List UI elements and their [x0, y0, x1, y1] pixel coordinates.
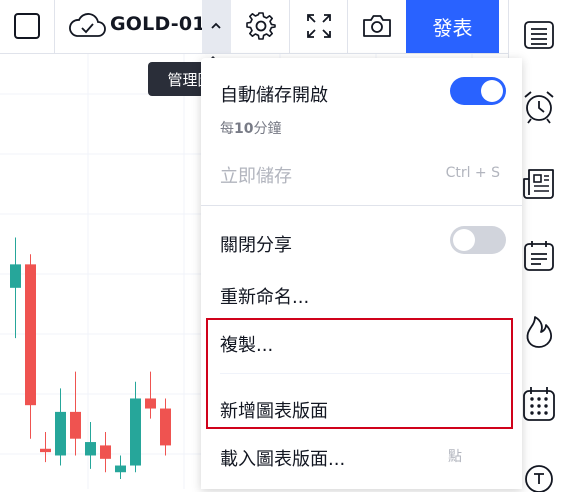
- candle-body: [85, 442, 96, 456]
- calendar-grid-icon[interactable]: [521, 385, 557, 423]
- toggle-knob: [481, 80, 503, 102]
- menu-divider: [201, 205, 522, 206]
- news-icon[interactable]: [521, 167, 557, 201]
- autosave-toggle[interactable]: [450, 77, 506, 105]
- candle-body: [25, 264, 36, 406]
- share-label: 關閉分享: [220, 235, 292, 256]
- fullscreen-icon: [307, 14, 331, 38]
- candle-body: [55, 411, 66, 456]
- candle-body: [160, 408, 171, 446]
- candle-body: [70, 411, 81, 439]
- new-layout-label: 新增圖表版面: [220, 401, 328, 422]
- autosave-item[interactable]: 自動儲存開啟 每10分鐘: [201, 70, 522, 148]
- flame-icon[interactable]: [522, 312, 556, 350]
- copy-label: 複製...: [220, 335, 274, 356]
- load-layout-shortcut: 點: [448, 449, 462, 465]
- settings-button[interactable]: [232, 0, 289, 53]
- symbol-square-icon[interactable]: [14, 13, 40, 39]
- gear-icon: [246, 12, 276, 40]
- save-now-label: 立即儲存: [220, 166, 292, 187]
- candle-body: [130, 398, 141, 466]
- manage-layouts-button[interactable]: [202, 0, 231, 53]
- copy-item[interactable]: 複製...: [201, 320, 522, 374]
- publish-button[interactable]: 發表: [406, 0, 499, 53]
- top-toolbar: GOLD-01 發表: [0, 0, 508, 54]
- alarm-clock-icon[interactable]: [521, 88, 557, 124]
- share-toggle[interactable]: [450, 226, 506, 254]
- candle-body: [40, 448, 51, 453]
- candle-body: [145, 398, 156, 409]
- toolbar-divider: [54, 0, 55, 53]
- share-item[interactable]: 關閉分享: [201, 218, 522, 268]
- ideas-icon[interactable]: [522, 462, 556, 492]
- candle-body: [10, 264, 21, 288]
- candle-body: [115, 465, 126, 473]
- chevron-up-icon: [211, 22, 221, 29]
- fullscreen-button[interactable]: [290, 0, 347, 53]
- rename-item[interactable]: 重新命名...: [201, 270, 522, 320]
- camera-icon: [363, 15, 391, 37]
- watchlist-icon[interactable]: [522, 20, 556, 50]
- layout-name-label[interactable]: GOLD-01: [110, 13, 206, 35]
- autosave-interval: 每10分鐘: [220, 121, 282, 137]
- layout-menu: 自動儲存開啟 每10分鐘 立即儲存 Ctrl + S 關閉分享 重新命名... …: [201, 58, 522, 489]
- save-now-shortcut: Ctrl + S: [445, 165, 500, 181]
- snapshot-button[interactable]: [348, 0, 405, 53]
- new-layout-item[interactable]: 新增圖表版面: [201, 380, 522, 434]
- load-layout-item[interactable]: 載入圖表版面... 點: [201, 434, 522, 482]
- save-now-item[interactable]: 立即儲存 Ctrl + S: [201, 148, 522, 198]
- toggle-knob: [453, 229, 475, 251]
- cloud-saved-icon[interactable]: [67, 12, 107, 40]
- candle-body: [100, 445, 111, 459]
- load-layout-label: 載入圖表版面...: [220, 449, 346, 470]
- menu-item-separator: [220, 373, 510, 374]
- rename-label: 重新命名...: [220, 287, 310, 308]
- autosave-label: 自動儲存開啟: [220, 85, 328, 106]
- calendar-list-icon[interactable]: [521, 238, 557, 274]
